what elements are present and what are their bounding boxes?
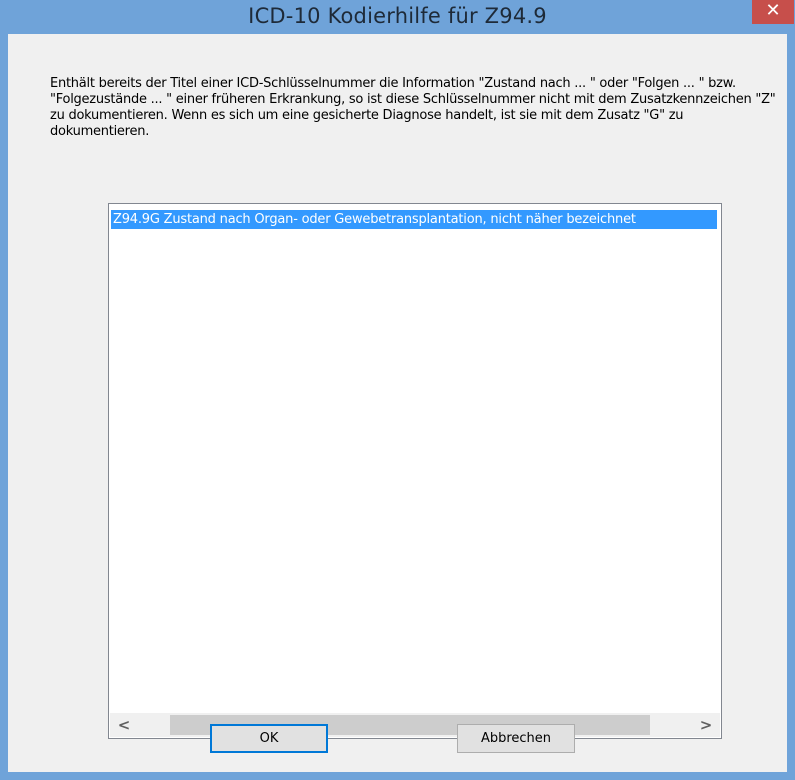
dialog-window: ICD-10 Kodierhilfe für Z94.9 ✕ Enthält b… <box>0 0 795 780</box>
ok-button[interactable]: OK <box>210 724 328 753</box>
info-message: Enthält bereits der Titel einer ICD-Schl… <box>50 76 776 139</box>
title-bar[interactable]: ICD-10 Kodierhilfe für Z94.9 ✕ <box>0 0 795 34</box>
horizontal-scrollbar[interactable]: < > <box>110 713 720 737</box>
code-listbox[interactable]: Z94.9G Zustand nach Organ- oder Gewebetr… <box>108 203 722 739</box>
list-item[interactable]: Z94.9G Zustand nach Organ- oder Gewebetr… <box>111 210 717 229</box>
window-title: ICD-10 Kodierhilfe für Z94.9 <box>248 4 547 28</box>
scroll-right-icon[interactable]: > <box>692 713 720 737</box>
scroll-left-icon[interactable]: < <box>110 713 138 737</box>
close-icon[interactable]: ✕ <box>752 0 794 24</box>
cancel-button[interactable]: Abbrechen <box>457 724 575 753</box>
dialog-client-area: Enthält bereits der Titel einer ICD-Schl… <box>8 34 787 772</box>
